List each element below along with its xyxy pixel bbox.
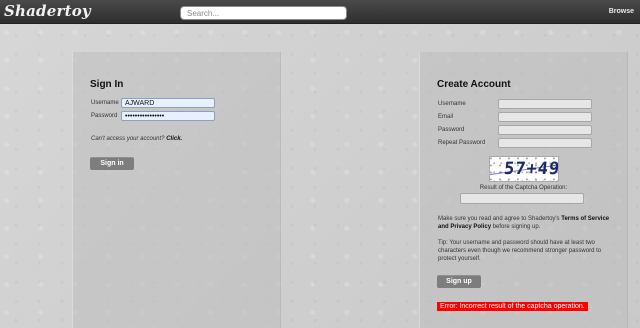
terms-pre-text: Make sure you read and agree to Shaderto… [438,216,562,222]
cant-access-label: Can't access your account? [91,136,165,142]
terms-notice: Make sure you read and agree to Shaderto… [438,215,620,231]
shadertoy-logo[interactable]: Shadertoy [4,2,91,20]
password-tip: Tip: Your username and password should h… [438,240,602,262]
sign-in-title: Sign In [90,79,124,90]
create-account-title: Create Account [437,79,511,90]
create-repeat-password-label: Repeat Password [438,140,486,146]
sign-in-panel: Sign In Username Password Can't access y… [72,52,281,328]
captcha-text: 57+49 [502,159,559,179]
create-email-input[interactable] [498,112,592,122]
signin-username-input[interactable] [121,98,215,108]
create-account-panel: Create Account Username Email Password R… [419,52,628,328]
cant-access-link[interactable]: Click. [166,136,182,142]
terms-post-text: before signing up. [491,224,541,230]
create-password-input[interactable] [498,125,592,135]
captcha-result-input[interactable] [460,193,584,204]
create-username-label: Username [438,101,466,107]
sign-up-button[interactable]: Sign up [437,275,481,288]
signin-username-label: Username [91,100,119,106]
signin-password-label: Password [91,113,118,119]
search-input[interactable] [180,6,347,20]
sign-in-button[interactable]: Sign in [90,157,134,170]
captcha-image: 57+49 [489,156,559,182]
captcha-result-label: Result of the Captcha Operation: [479,185,568,191]
signin-password-input[interactable] [121,111,215,121]
top-navigation-bar: Shadertoy Browse [0,0,640,24]
create-repeat-password-input[interactable] [498,138,592,148]
cant-access-text: Can't access your account? Click. [91,136,182,142]
create-username-input[interactable] [498,99,592,109]
captcha-error-message: Error: Incorrect result of the captcha o… [437,302,588,311]
browse-link[interactable]: Browse [609,8,634,15]
create-email-label: Email [438,114,454,120]
create-password-label: Password [438,127,465,133]
